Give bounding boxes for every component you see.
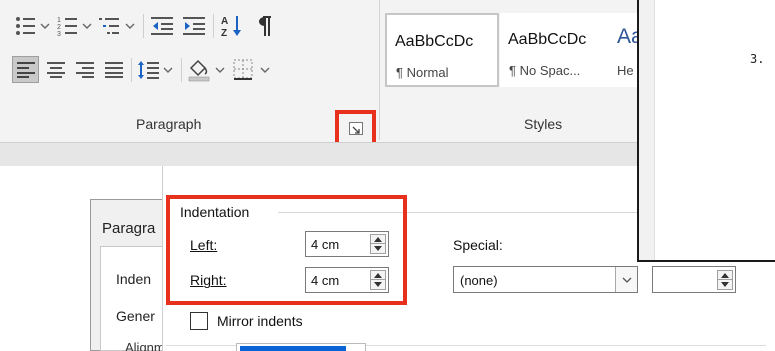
special-by-spin-buttons <box>717 270 733 290</box>
tab-indents-and-spacing[interactable]: Inden <box>116 271 151 287</box>
special-indent-value: (none) <box>460 273 498 288</box>
spin-down-button[interactable] <box>718 280 732 289</box>
shading-bucket-icon <box>188 59 225 82</box>
mirror-indents-label[interactable]: Mirror indents <box>217 313 303 329</box>
styles-group-label: Styles <box>524 116 563 132</box>
special-indent-select[interactable]: (none) <box>453 266 638 293</box>
align-center-button[interactable] <box>43 57 69 83</box>
line-spacing-button[interactable] <box>136 57 176 83</box>
numbering-icon: 1 2 3 <box>57 17 92 37</box>
decrease-indent-button[interactable] <box>148 13 176 39</box>
align-left-button[interactable] <box>12 56 39 83</box>
mirror-indents-checkbox[interactable] <box>190 312 208 330</box>
style-sample: AaBbCcDc <box>508 31 587 48</box>
indentation-highlight-box <box>166 195 407 305</box>
alignment-select-highlight <box>240 346 346 351</box>
svg-text:A: A <box>221 16 228 27</box>
document-list-number: 3. <box>750 52 765 66</box>
dialog-tab-strip <box>100 246 170 351</box>
justify-button[interactable] <box>101 57 127 83</box>
chevron-down-icon <box>622 277 631 283</box>
style-name: ¶ Normal <box>396 65 449 80</box>
sort-az-icon: A Z <box>221 16 241 38</box>
triangle-down-icon <box>721 282 729 287</box>
dialog-title: Paragra <box>102 220 156 237</box>
ribbon-separator <box>143 14 144 38</box>
align-center-icon <box>47 62 65 78</box>
special-label: Special: <box>453 237 503 253</box>
pilcrow-icon <box>259 16 271 36</box>
increase-indent-button[interactable] <box>180 13 208 39</box>
special-dropdown-button[interactable] <box>615 267 637 292</box>
style-sample: Aa <box>617 25 637 48</box>
svg-text:1: 1 <box>57 17 61 24</box>
style-normal-tile[interactable]: AaBbCcDc ¶ Normal <box>385 13 499 87</box>
bullets-button[interactable] <box>14 13 52 39</box>
align-right-icon <box>76 62 94 78</box>
style-heading-tile[interactable]: Aa He <box>613 13 637 87</box>
ribbon-group-divider <box>379 0 380 140</box>
align-right-button[interactable] <box>72 57 98 83</box>
paragraph-settings-launcher[interactable] <box>349 122 363 135</box>
borders-icon <box>233 59 270 80</box>
triangle-up-icon <box>721 272 729 278</box>
svg-text:Z: Z <box>221 28 227 38</box>
svg-text:2: 2 <box>57 24 61 31</box>
svg-text:3: 3 <box>57 31 61 37</box>
show-formatting-marks-button[interactable] <box>250 12 278 40</box>
decrease-indent-icon <box>151 17 173 35</box>
borders-button[interactable] <box>232 56 274 84</box>
style-sample: AaBbCcDc <box>395 33 474 50</box>
spin-up-button[interactable] <box>718 271 732 280</box>
multilevel-list-button[interactable] <box>98 13 138 39</box>
bullets-icon <box>16 17 50 35</box>
style-name: He <box>617 63 634 78</box>
line-spacing-icon <box>138 61 173 79</box>
ribbon-separator <box>181 58 182 82</box>
tab-general[interactable]: Gener <box>116 308 155 324</box>
increase-indent-icon <box>183 17 205 35</box>
shading-button[interactable] <box>185 56 229 84</box>
multilevel-list-icon <box>99 18 135 34</box>
paragraph-group-label: Paragraph <box>136 116 202 132</box>
sort-button[interactable]: A Z <box>218 12 246 40</box>
numbering-button[interactable]: 1 2 3 <box>56 13 94 39</box>
align-left-icon <box>16 61 35 78</box>
dialog-launcher-icon <box>352 126 360 134</box>
ribbon-separator <box>213 14 214 38</box>
style-no-spacing-tile[interactable]: AaBbCcDc ¶ No Spac... <box>500 13 614 87</box>
ribbon-separator <box>131 58 132 82</box>
justify-icon <box>105 62 123 78</box>
document-margin-shade <box>639 0 655 260</box>
document-page-overlay <box>637 0 775 262</box>
special-by-spinner[interactable] <box>652 266 736 293</box>
style-name: ¶ No Spac... <box>509 63 581 78</box>
